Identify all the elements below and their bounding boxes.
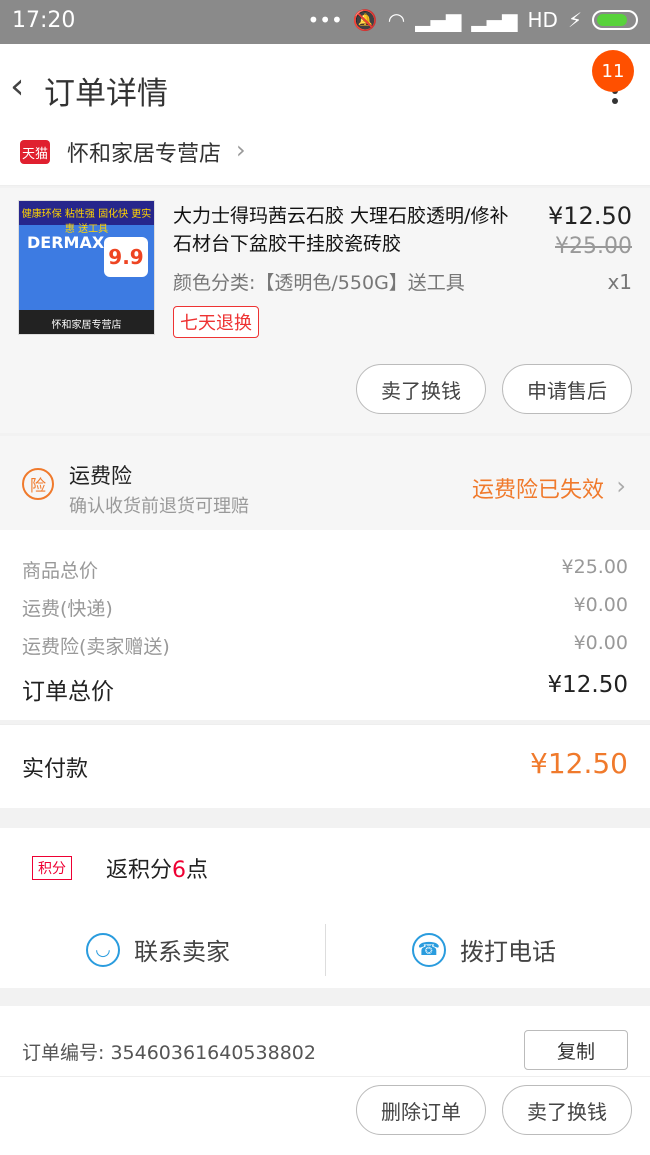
price-value: ¥25.00 [561,556,628,578]
footer-sell-button[interactable]: 卖了换钱 [502,1085,632,1135]
after-sale-button[interactable]: 申请售后 [502,364,632,414]
signal-icon: ▂▄▆ [415,8,462,32]
chevron-right-icon: › [616,472,626,500]
charging-icon: ⚡ [567,8,582,32]
points-row: 积分 返积分6点 [0,828,650,914]
shop-name: 怀和家居专营店 [67,142,222,167]
price-label: 运费险(卖家赠送) [22,636,170,658]
points-number: 6 [172,858,187,883]
product-title[interactable]: 大力士得玛茜云石胶 大理石胶透明/修补石材台下盆胶干挂胶瓷砖胶 [173,202,523,258]
order-number-row: 订单编号: 35460361640538802 复制 [0,1006,650,1076]
product-image[interactable]: 健康环保 粘性强 固化快 更实惠 送工具 DERMAX 9.9 怀和家居专营店 [18,200,155,335]
order-total-label: 订单总价 [22,679,114,705]
network-type: HD [527,8,558,32]
status-bar: 17:20 ••• 🔕 ◠ ▂▄▆ ▂▄▆ HD ⚡ [0,0,650,44]
order-number: 订单编号: 35460361640538802 [22,1038,316,1065]
message-badge: 11 [592,50,634,92]
status-time: 17:20 [12,8,76,33]
price-value: ¥0.00 [573,594,628,616]
product-image-price: 9.9 [104,237,148,277]
product-card: 健康环保 粘性强 固化快 更实惠 送工具 DERMAX 9.9 怀和家居专营店 … [0,188,650,433]
product-variant: 颜色分类:【透明色/550G】送工具 [173,272,465,294]
price-summary: 商品总价 ¥25.00 运费(快递) ¥0.00 运费险(卖家赠送) ¥0.00… [0,530,650,720]
price-label: 商品总价 [22,560,99,582]
shop-row[interactable]: 天猫 怀和家居专营店 › [0,130,650,186]
price-row: 运费险(卖家赠送) ¥0.00 [22,632,628,659]
payment-row: 实付款 ¥12.50 [0,724,650,808]
product-image-label: 怀和家居专营店 [19,310,154,334]
points-text: 返积分6点 [106,852,208,884]
delete-order-button[interactable]: 删除订单 [356,1085,486,1135]
return-badge: 七天退换 [173,306,259,338]
order-total-row: 订单总价 ¥12.50 [22,672,628,706]
contact-row: ◡ 联系卖家 ☎ 拨打电话 [0,914,650,988]
battery-icon [592,10,638,30]
insurance-title: 运费险 [69,464,132,488]
product-image-brand: DERMAX [27,233,105,252]
chevron-right-icon: › [236,136,246,164]
insurance-subtitle: 确认收货前退货可理赔 [69,496,249,517]
payment-label: 实付款 [22,757,89,782]
chat-icon: ◡ [86,932,120,967]
phone-icon: ☎ [412,932,446,967]
status-icons: ••• 🔕 ◠ ▂▄▆ ▂▄▆ HD ⚡ [307,8,638,32]
divider [325,924,326,976]
back-icon[interactable]: ‹ [10,66,24,107]
navbar: ‹ 订单详情 11 [0,44,650,130]
shipping-insurance[interactable]: 险 运费险 确认收货前退货可理赔 运费险已失效 › [0,436,650,530]
price-value: ¥0.00 [573,632,628,654]
price-label: 运费(快递) [22,598,113,620]
original-price: ¥25.00 [555,234,632,259]
insurance-status: 运费险已失效 [471,478,604,503]
contact-seller-button[interactable]: ◡ 联系卖家 [86,932,230,967]
order-number-label: 订单编号: [22,1042,105,1064]
call-button[interactable]: ☎ 拨打电话 [412,932,556,967]
signal-icon: ▂▄▆ [471,8,518,32]
sell-button[interactable]: 卖了换钱 [356,364,486,414]
order-number-value: 35460361640538802 [110,1042,316,1064]
page-title: 订单详情 [44,76,168,112]
tmall-icon: 天猫 [20,140,50,164]
order-total-value: ¥12.50 [547,672,628,698]
footer-actions: 删除订单 卖了换钱 [0,1076,650,1155]
points-suffix: 点 [186,858,209,883]
payment-amount: ¥12.50 [530,747,628,780]
price-row: 商品总价 ¥25.00 [22,556,628,583]
price-row: 运费(快递) ¥0.00 [22,594,628,621]
points-prefix: 返积分 [106,858,173,883]
points-badge: 积分 [32,856,72,880]
call-label: 拨打电话 [460,938,556,966]
copy-button[interactable]: 复制 [524,1030,628,1070]
product-price: ¥12.50 [548,202,632,230]
vibrate-off-icon: 🔕 [352,8,378,32]
product-image-banner: 健康环保 粘性强 固化快 更实惠 送工具 [19,201,154,235]
insurance-icon: 险 [22,468,54,500]
contact-seller-label: 联系卖家 [134,938,230,966]
wifi-icon: ◠ [387,8,406,32]
product-quantity: x1 [607,270,632,294]
notification-dots: ••• [307,8,343,32]
